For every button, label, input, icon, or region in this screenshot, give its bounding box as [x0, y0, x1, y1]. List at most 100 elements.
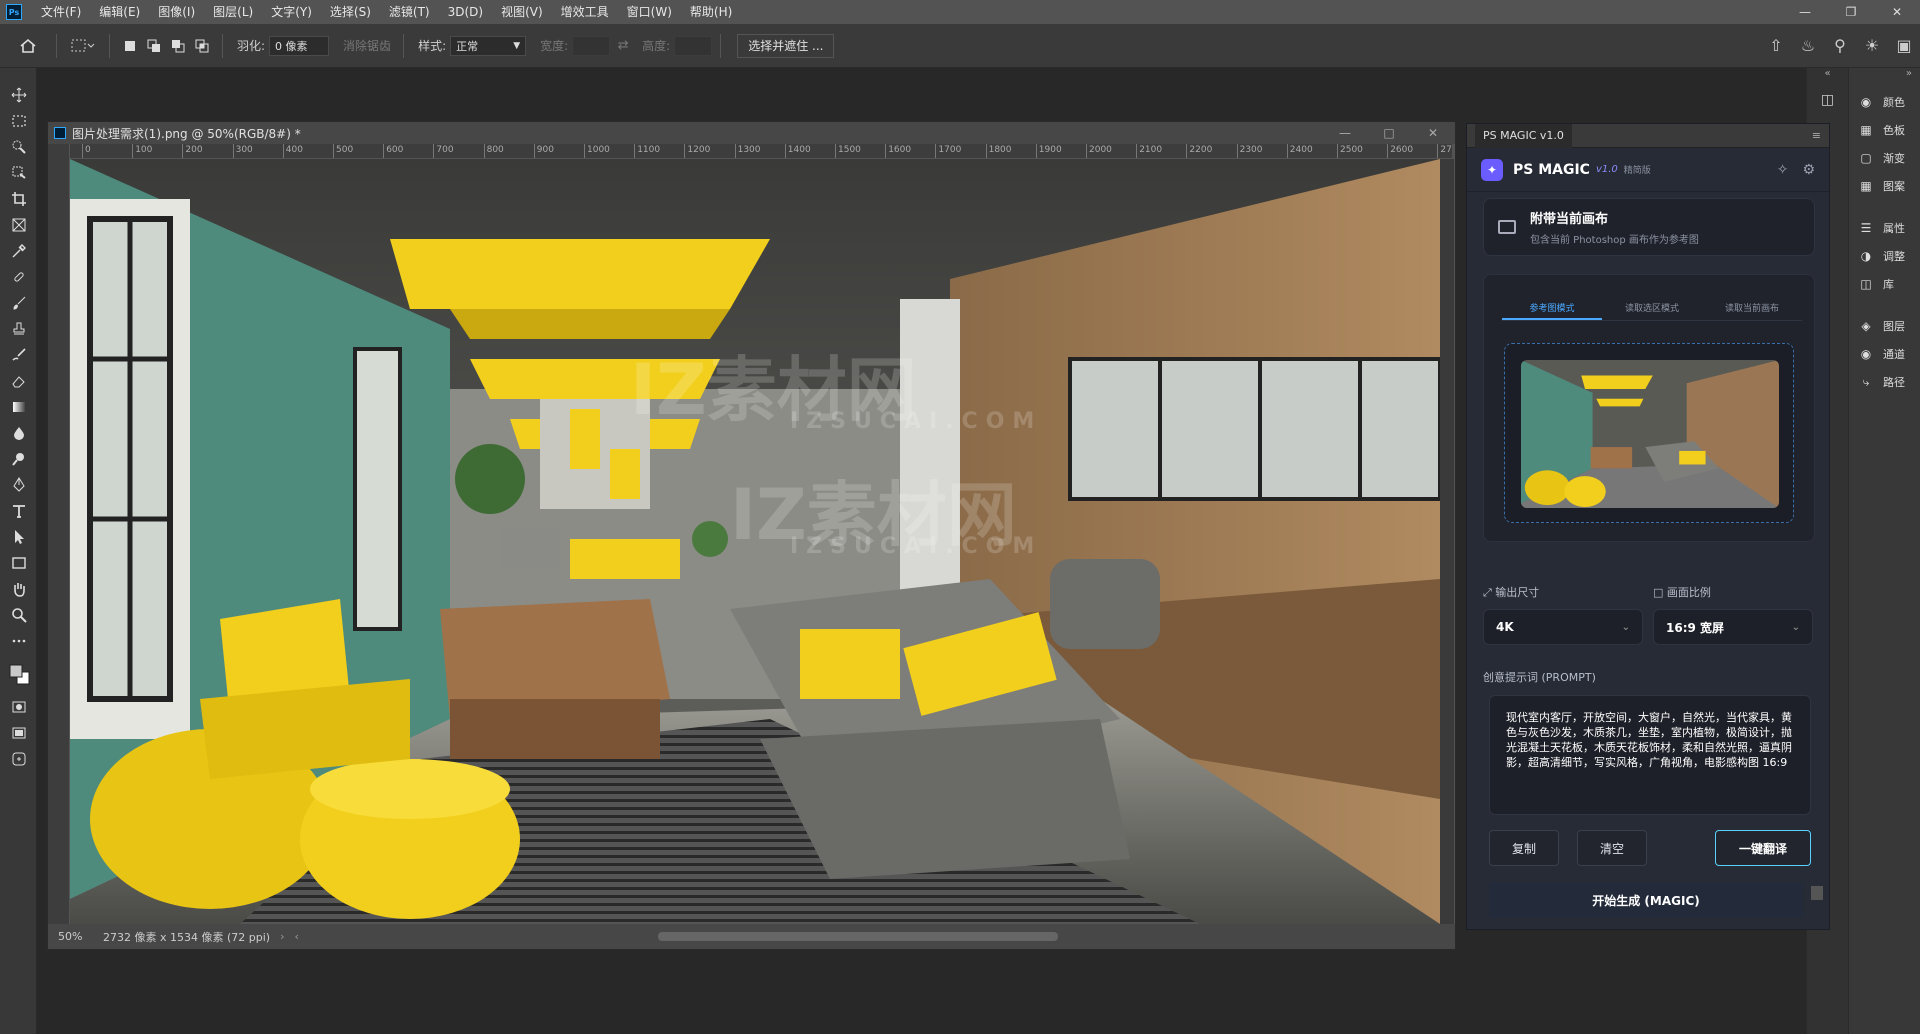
expand-icon[interactable]: « [1807, 68, 1848, 92]
copy-button[interactable]: 复制 [1489, 830, 1559, 866]
quick-select-tool-icon[interactable] [0, 134, 37, 160]
tab-selection-mode[interactable]: 读取选区模式 [1602, 301, 1702, 320]
chevron-right-icon[interactable]: › [280, 930, 284, 943]
select-and-mask-button[interactable]: 选择并遮住 ... [737, 33, 835, 58]
image-canvas[interactable]: IZ素材网 IZSUCAI.COM IZ素材网 IZSUCAI.COM [70, 159, 1440, 924]
sparkle-icon[interactable]: ✧ [1777, 162, 1789, 178]
dock-paths[interactable]: ⤷ 路径 [1849, 368, 1920, 396]
quick-mask-icon[interactable] [0, 694, 37, 720]
restore-icon[interactable]: □ [1367, 126, 1411, 140]
restore-icon[interactable]: ❐ [1828, 0, 1874, 24]
dock-channels[interactable]: ◉ 通道 [1849, 340, 1920, 368]
vertical-ruler[interactable] [48, 144, 70, 924]
menu-plugins[interactable]: 增效工具 [552, 0, 618, 24]
minimize-icon[interactable]: — [1782, 0, 1828, 24]
share-icon[interactable]: ⇧ [1760, 36, 1792, 55]
menu-filter[interactable]: 滤镜(T) [380, 0, 439, 24]
close-icon[interactable]: ✕ [1874, 0, 1920, 24]
pen-tool-icon[interactable] [0, 472, 37, 498]
eraser-tool-icon[interactable] [0, 368, 37, 394]
add-selection-icon[interactable] [142, 33, 166, 59]
hand-tool-icon[interactable] [0, 576, 37, 602]
minimize-icon[interactable]: — [1323, 126, 1367, 140]
antialias-checkbox[interactable]: 消除锯齿 [343, 37, 391, 54]
panel-tab-ps-magic[interactable]: PS MAGIC v1.0 [1475, 123, 1572, 148]
menu-help[interactable]: 帮助(H) [681, 0, 741, 24]
prompt-textarea[interactable]: 现代室内客厅，开放空间，大窗户，自然光，当代家具，黄色与灰色沙发，木质茶几，坐垫… [1489, 695, 1811, 815]
height-input[interactable] [674, 35, 713, 56]
menu-select[interactable]: 选择(S) [321, 0, 380, 24]
swap-icon[interactable]: ⇄ [610, 33, 636, 59]
dock-layers[interactable]: ◈ 图层 [1849, 312, 1920, 340]
style-select[interactable]: 正常 ▼ [450, 35, 527, 56]
eyedropper-tool-icon[interactable] [0, 238, 37, 264]
new-selection-icon[interactable] [118, 33, 142, 59]
chevron-left-icon[interactable]: ‹ [295, 930, 299, 943]
generate-button[interactable]: 开始生成 (MAGIC) [1489, 882, 1803, 918]
dock-properties[interactable]: ☰ 属性 [1849, 214, 1920, 242]
panel-scrollbar[interactable] [1811, 886, 1823, 900]
home-icon[interactable] [8, 33, 48, 59]
horizontal-scrollbar[interactable] [658, 932, 1058, 941]
color-swatches-icon[interactable] [0, 654, 37, 694]
marquee-tool-icon[interactable] [0, 108, 37, 134]
menu-file[interactable]: 文件(F) [32, 0, 90, 24]
zoom-level[interactable]: 50% [58, 930, 103, 943]
aspect-ratio-select[interactable]: 16:9 宽屏 ⌄ [1653, 609, 1813, 645]
dock-adjustments[interactable]: ◑ 调整 [1849, 242, 1920, 270]
settings-icon[interactable]: ⚙ [1802, 162, 1815, 178]
generative-icon[interactable] [0, 746, 37, 772]
dock-gradients[interactable]: ▢ 渐变 [1849, 144, 1920, 172]
menu-view[interactable]: 视图(V) [492, 0, 552, 24]
translate-button[interactable]: 一键翻译 [1715, 830, 1811, 866]
healing-brush-tool-icon[interactable] [0, 264, 37, 290]
menu-type[interactable]: 文字(Y) [262, 0, 321, 24]
tab-canvas-mode[interactable]: 读取当前画布 [1702, 301, 1802, 320]
crop-tool-icon[interactable] [0, 186, 37, 212]
horizontal-ruler[interactable]: 0 100 200 300 400 500 600 700 800 900 1000 1100 1200… [70, 144, 1452, 159]
width-input[interactable] [572, 35, 611, 56]
object-select-tool-icon[interactable] [0, 160, 37, 186]
light-icon[interactable]: ☀ [1856, 36, 1888, 55]
gradient-tool-icon[interactable] [0, 394, 37, 420]
intersect-selection-icon[interactable] [190, 33, 214, 59]
dock-swatches[interactable]: ▦ 色板 [1849, 116, 1920, 144]
dock-patterns[interactable]: ▦ 图案 [1849, 172, 1920, 200]
marquee-preset-icon[interactable] [65, 33, 101, 59]
feather-input[interactable]: 0 像素 [269, 35, 330, 56]
tab-reference-mode[interactable]: 参考图模式 [1502, 301, 1602, 320]
path-select-tool-icon[interactable] [0, 524, 37, 550]
screen-mode-icon[interactable] [0, 720, 37, 746]
clear-button[interactable]: 清空 [1577, 830, 1647, 866]
history-icon[interactable]: ◫ [1807, 92, 1848, 118]
stamp-tool-icon[interactable] [0, 316, 37, 342]
workspace-icon[interactable]: ▣ [1888, 36, 1920, 55]
dock-color[interactable]: ◉ 颜色 [1849, 88, 1920, 116]
menu-window[interactable]: 窗口(W) [618, 0, 681, 24]
output-size-select[interactable]: 4K ⌄ [1483, 609, 1643, 645]
subtract-selection-icon[interactable] [166, 33, 190, 59]
dodge-tool-icon[interactable] [0, 446, 37, 472]
menu-image[interactable]: 图像(I) [149, 0, 204, 24]
type-tool-icon[interactable] [0, 498, 37, 524]
zoom-tool-icon[interactable] [0, 602, 37, 628]
search-icon[interactable]: ⚲ [1824, 36, 1856, 55]
collapse-icon[interactable]: » [1849, 68, 1920, 88]
bell-icon[interactable]: ♨ [1792, 36, 1824, 55]
blur-tool-icon[interactable] [0, 420, 37, 446]
reference-drop-zone[interactable] [1504, 343, 1794, 523]
more-tools-icon[interactable] [0, 628, 37, 654]
frame-tool-icon[interactable] [0, 212, 37, 238]
rectangle-tool-icon[interactable] [0, 550, 37, 576]
menu-layer[interactable]: 图层(L) [204, 0, 262, 24]
history-brush-tool-icon[interactable] [0, 342, 37, 368]
menu-3d[interactable]: 3D(D) [439, 0, 492, 24]
document-tab[interactable]: 图片处理需求(1).png @ 50%(RGB/8#) * — □ ✕ [48, 122, 1455, 144]
dock-libraries[interactable]: ◫ 库 [1849, 270, 1920, 298]
panel-menu-icon[interactable]: ≡ [1812, 129, 1821, 142]
brush-tool-icon[interactable] [0, 290, 37, 316]
attach-canvas-card[interactable]: 附带当前画布 包含当前 Photoshop 画布作为参考图 [1483, 198, 1815, 256]
move-tool-icon[interactable] [0, 82, 37, 108]
close-icon[interactable]: ✕ [1411, 126, 1455, 140]
menu-edit[interactable]: 编辑(E) [90, 0, 149, 24]
